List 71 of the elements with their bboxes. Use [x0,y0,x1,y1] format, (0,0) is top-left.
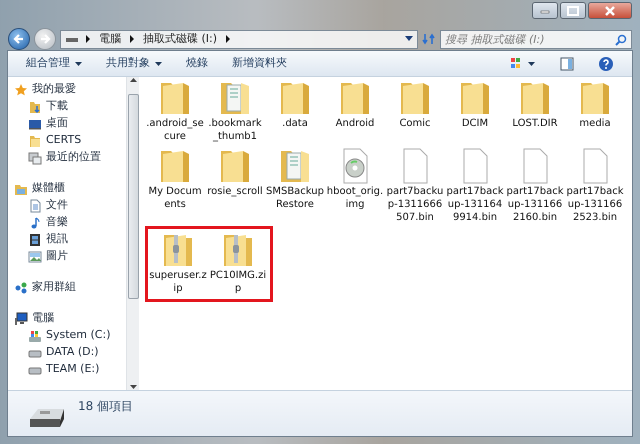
sidebar-item[interactable]: 我的最愛 [14,81,76,98]
sidebar-item[interactable]: 視訊 [28,231,68,248]
scroll-thumb[interactable] [128,94,138,299]
sidebar-item[interactable]: 文件 [28,197,68,214]
homegroup-icon [14,280,28,294]
sidebar-item[interactable]: 家用群組 [14,279,76,296]
sidebar-item[interactable]: System (C:) [28,327,110,344]
document-icon [28,198,42,212]
breadcrumb-item[interactable]: 電腦 [97,30,123,48]
help-icon [598,56,614,72]
maximize-icon [566,4,580,16]
file-item[interactable]: .android_secure [145,79,205,143]
file-item[interactable]: rosie_scroll [205,147,265,224]
search-icon [615,34,627,46]
sidebar-item[interactable]: 音樂 [28,214,68,231]
scrollbar[interactable] [126,77,139,390]
file-item[interactable]: hboot_orig.img [325,147,385,224]
file-item[interactable]: PC10IMG.zip [208,231,268,295]
download-folder-icon [28,100,42,114]
minimize-button[interactable] [532,2,558,19]
file-item[interactable]: superuser.zip [148,231,208,295]
file-item[interactable]: LOST.DIR [505,79,565,143]
film-strip-icon [28,232,42,246]
file-item[interactable]: SMSBackupRestore [265,147,325,224]
file-item[interactable]: media [565,79,625,143]
file-item[interactable]: .data [265,79,325,143]
file-item[interactable]: DCIM [445,79,505,143]
view-options-icon [510,56,536,70]
search-field[interactable]: 搜尋 抽取式磁碟 (I:) [440,30,632,48]
toolbar-button[interactable]: 燒錄 [176,53,218,74]
toolbar-button[interactable]: 新增資料夾 [222,53,297,74]
left-arrow-icon [13,33,25,45]
file-item[interactable]: part17backup-1311649914.bin [445,147,505,224]
file-item[interactable]: My Documents [145,147,205,224]
sidebar-item[interactable]: 桌面 [28,115,68,132]
file-item[interactable]: part17backup-1311662523.bin [565,147,625,224]
close-icon [603,4,617,16]
sidebar-item[interactable]: 電腦 [14,310,54,327]
dropdown-arrow-icon [405,36,413,42]
computer-icon [14,312,28,326]
chevron-icon [225,34,232,44]
picture-icon [28,250,42,264]
sidebar-item[interactable]: CERTS [28,132,82,149]
toolbar-button[interactable]: 共用對象 [96,53,172,74]
system-drive-icon [28,328,42,342]
sidebar-item[interactable]: 下載 [28,98,68,115]
file-item[interactable]: Android [325,79,385,143]
maximize-button[interactable] [560,2,586,19]
breadcrumb-item[interactable]: 抽取式磁碟 (I:) [141,30,220,48]
chevron-icon [85,34,91,44]
chevron-icon [129,34,135,44]
file-item[interactable]: part17backup-1311662160.bin [505,147,565,224]
sidebar-item[interactable]: TEAM (E:) [28,361,100,378]
item-count: 18 個項目 [78,398,134,415]
toolbar-button[interactable]: 組合管理 [16,53,92,74]
preview-pane-icon [560,56,574,70]
folder-icon [28,134,42,148]
star-icon [14,82,28,96]
file-item[interactable]: .bookmark_thumb1 [205,79,265,143]
sidebar-item[interactable]: 媒體櫃 [14,180,65,197]
file-item[interactable]: Comic [385,79,445,143]
sidebar-item[interactable]: 圖片 [28,248,68,265]
sidebar-item[interactable]: DATA (D:) [28,344,99,361]
back-button[interactable] [8,28,30,50]
refresh-icon [422,32,436,46]
recent-places-icon [28,150,42,164]
right-arrow-icon [39,33,51,45]
file-item[interactable]: part7backup-1311666507.bin [385,147,445,224]
sidebar-item[interactable]: 最近的位置 [28,149,101,166]
address-field[interactable]: 電腦 抽取式磁碟 (I:) [60,30,418,48]
close-button[interactable] [588,2,632,19]
